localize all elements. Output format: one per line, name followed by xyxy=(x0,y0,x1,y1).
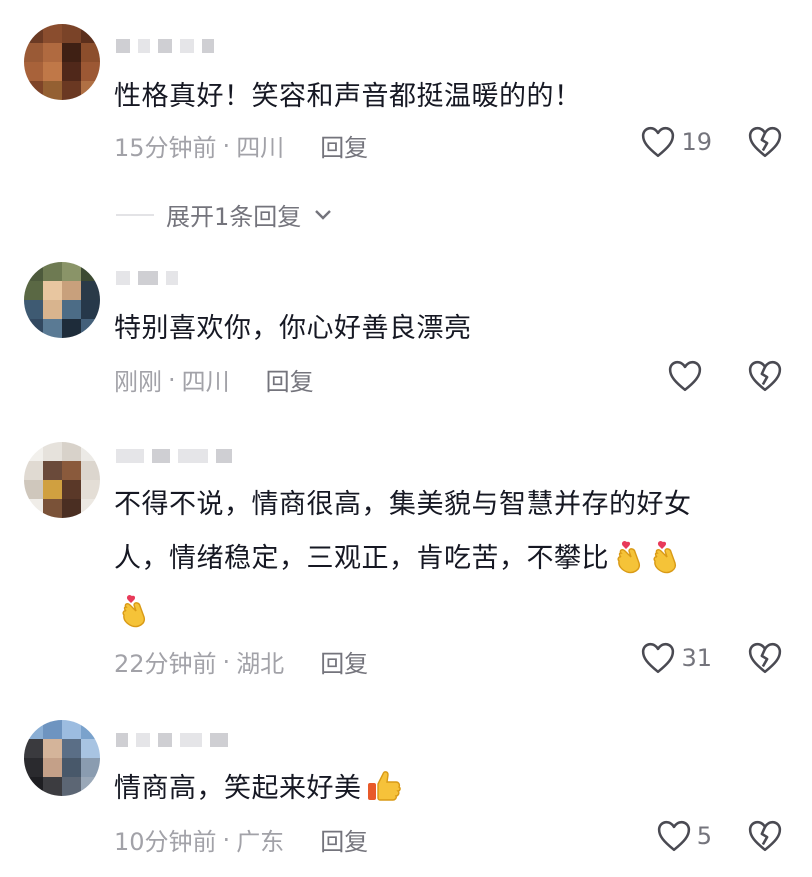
meta-separator: · xyxy=(222,647,231,676)
comment-text-content: 人，情绪稳定，三观正，肯吃苦，不攀比 xyxy=(114,543,609,574)
reply-button[interactable]: 回复 xyxy=(320,822,368,857)
comment-meta: 刚刚 · 四川 回复 xyxy=(114,362,314,397)
heart-outline-icon xyxy=(668,360,702,392)
comment-meta: 22分钟前 · 湖北 回复 xyxy=(114,644,368,679)
comment-time: 10分钟前 xyxy=(114,828,217,856)
reply-button[interactable]: 回复 xyxy=(320,644,368,679)
reply-button[interactable]: 回复 xyxy=(266,362,314,397)
like-count: 19 xyxy=(681,128,712,156)
comment-text: 特别喜欢你，你心好善良漂亮 xyxy=(114,313,472,344)
like-button[interactable] xyxy=(668,360,708,392)
dislike-button[interactable] xyxy=(748,360,782,396)
broken-heart-icon xyxy=(748,126,782,158)
comment-location: 湖北 xyxy=(236,650,285,678)
comment-time: 22分钟前 xyxy=(114,650,217,678)
expand-replies-button[interactable]: 展开1条回复 xyxy=(116,197,333,232)
avatar[interactable] xyxy=(24,720,100,796)
like-count: 5 xyxy=(696,822,712,850)
comment-text: 不得不说，情商很高，集美貌与智慧并存的好女 人，情绪稳定，三观正，肯吃苦，不攀比 xyxy=(114,478,754,640)
broken-heart-icon xyxy=(748,642,782,674)
dislike-button[interactable] xyxy=(748,820,782,856)
comment-time: 刚刚 xyxy=(114,368,162,396)
finger-heart-emoji xyxy=(118,593,150,629)
avatar[interactable] xyxy=(24,24,100,100)
comment-meta: 15分钟前 · 四川 回复 xyxy=(114,128,368,163)
like-count: 31 xyxy=(681,644,712,672)
meta-separator: · xyxy=(222,131,231,160)
divider-line xyxy=(116,213,154,216)
avatar[interactable] xyxy=(24,262,100,338)
username[interactable] xyxy=(116,268,178,288)
comment-location: 四川 xyxy=(181,368,230,396)
broken-heart-icon xyxy=(748,360,782,392)
heart-outline-icon xyxy=(641,126,675,158)
meta-separator: · xyxy=(168,365,176,394)
comment-meta: 10分钟前 · 广东 回复 xyxy=(114,822,368,857)
like-button[interactable]: 5 xyxy=(657,820,712,852)
comment-location: 广东 xyxy=(236,828,285,856)
username[interactable] xyxy=(116,730,228,750)
username[interactable] xyxy=(116,36,214,56)
comment-text-line: 人，情绪稳定，三观正，肯吃苦，不攀比 xyxy=(114,532,754,586)
like-button[interactable]: 31 xyxy=(641,642,712,674)
heart-outline-icon xyxy=(641,642,675,674)
dislike-button[interactable] xyxy=(748,642,782,678)
finger-heart-emoji xyxy=(613,539,645,575)
comment-text-content: 情商高，笑起来好美 xyxy=(114,773,362,804)
like-button[interactable]: 19 xyxy=(641,126,712,158)
comment-text: 性格真好！笑容和声音都挺温暖的的！ xyxy=(114,81,582,112)
avatar[interactable] xyxy=(24,442,100,518)
expand-replies-label: 展开1条回复 xyxy=(166,203,302,231)
dislike-button[interactable] xyxy=(748,126,782,162)
comment-location: 四川 xyxy=(236,134,285,162)
meta-separator: · xyxy=(222,825,231,854)
comment-time: 15分钟前 xyxy=(114,134,217,162)
chevron-down-icon xyxy=(315,209,332,220)
broken-heart-icon xyxy=(748,820,782,852)
comment-text-line xyxy=(114,586,754,640)
finger-heart-emoji xyxy=(649,539,681,575)
reply-button[interactable]: 回复 xyxy=(320,128,368,163)
comment-text: 情商高，笑起来好美 xyxy=(114,762,754,816)
heart-outline-icon xyxy=(657,820,691,852)
comment-text-line: 不得不说，情商很高，集美貌与智慧并存的好女 xyxy=(114,489,692,520)
username[interactable] xyxy=(116,446,232,466)
thumbs-up-emoji xyxy=(366,768,402,804)
